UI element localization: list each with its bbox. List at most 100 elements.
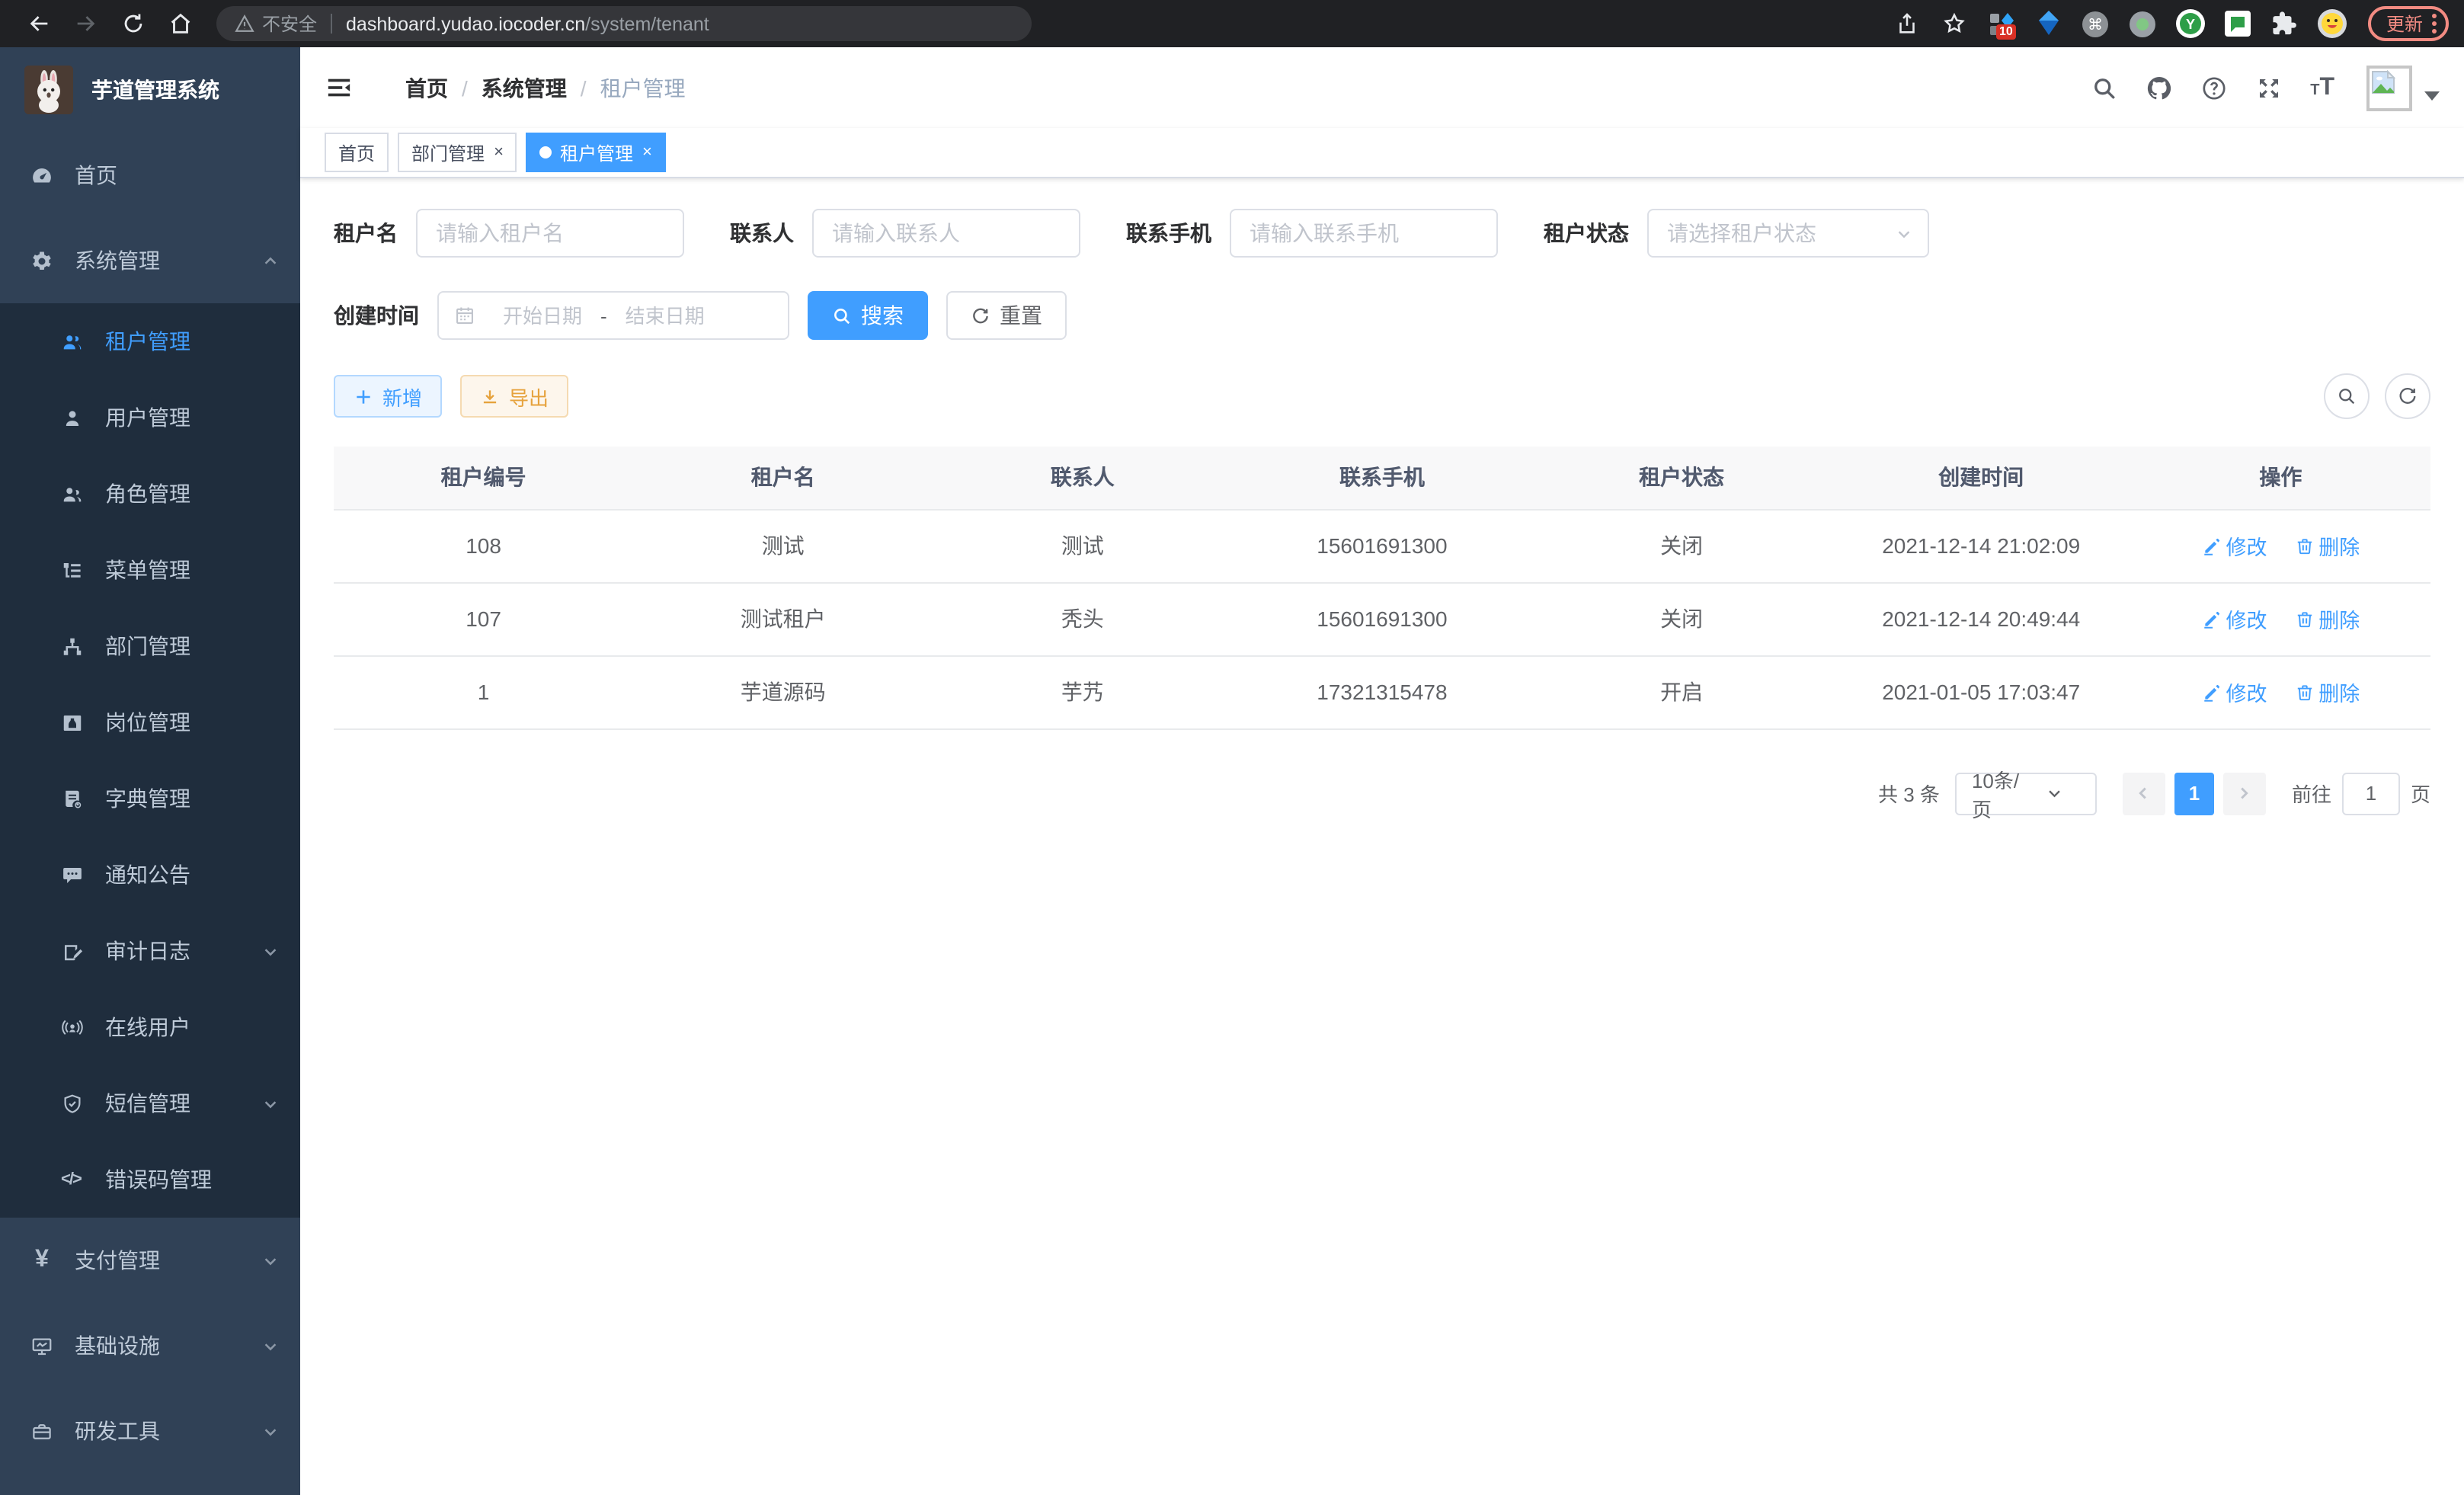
avatar-caret-icon[interactable] — [2424, 91, 2440, 100]
col-tenant-name: 租户名 — [633, 447, 933, 509]
search-button[interactable]: 搜索 — [808, 291, 928, 340]
top-navbar: 首页 / 系统管理 / 租户管理 TT — [300, 47, 2464, 128]
collapse-sidebar-icon[interactable] — [325, 75, 354, 101]
docs-help-icon[interactable] — [2200, 74, 2228, 101]
prev-page-button[interactable] — [2123, 772, 2165, 815]
sidebar-item-sms[interactable]: 短信管理 — [0, 1065, 300, 1141]
delete-link[interactable]: 删除 — [2294, 603, 2360, 634]
sidebar-item-home[interactable]: 首页 — [0, 133, 300, 218]
browser-update-button[interactable]: 更新 — [2368, 6, 2449, 41]
extension-emoji-icon[interactable] — [2318, 9, 2347, 38]
export-button[interactable]: 导出 — [460, 375, 568, 418]
tab-tenant[interactable]: 租户管理 × — [526, 133, 666, 172]
filter-row-1: 租户名 联系人 联系手机 租户状态 请选择租户状态 — [334, 209, 2430, 258]
sidebar-item-tenant[interactable]: 租户管理 — [0, 303, 300, 379]
extension-puzzle-icon[interactable] — [2270, 9, 2299, 38]
start-date-input[interactable] — [488, 304, 597, 327]
edit-link[interactable]: 修改 — [2201, 530, 2267, 561]
tenant-name-input[interactable] — [416, 209, 684, 258]
pay-icon: ¥ — [30, 1247, 53, 1274]
forward-icon[interactable] — [73, 11, 99, 37]
browser-menu-icon[interactable] — [2432, 14, 2437, 34]
tab-dept[interactable]: 部门管理 × — [398, 133, 517, 172]
sms-shield-icon — [61, 1092, 84, 1115]
phone-input[interactable] — [1230, 209, 1498, 258]
chevron-down-icon — [2027, 785, 2083, 802]
back-icon[interactable] — [26, 11, 52, 37]
extension-dot-icon[interactable] — [2129, 9, 2158, 38]
sidebar-item-label: 研发工具 — [75, 1416, 160, 1446]
refresh-table-icon[interactable] — [2385, 373, 2430, 419]
sidebar-item-online[interactable]: 在线用户 — [0, 989, 300, 1065]
sidebar-item-notice[interactable]: 通知公告 — [0, 837, 300, 913]
sidebar-item-infra[interactable]: 基础设施 — [0, 1303, 300, 1388]
sidebar-item-pay[interactable]: ¥ 支付管理 — [0, 1218, 300, 1303]
phone-label: 联系手机 — [1126, 218, 1211, 248]
org-icon — [61, 635, 84, 658]
contact-input[interactable] — [812, 209, 1080, 258]
logo[interactable]: 芋道管理系统 — [0, 47, 300, 133]
extension-y-icon[interactable]: Y — [2176, 9, 2205, 38]
extension-command-icon[interactable]: ⌘ — [2082, 9, 2110, 38]
github-icon[interactable] — [2146, 74, 2173, 101]
tab-home[interactable]: 首页 — [325, 133, 389, 172]
col-actions: 操作 — [2131, 447, 2430, 509]
contact-label: 联系人 — [730, 218, 794, 248]
close-tab-icon[interactable]: × — [642, 144, 652, 161]
toggle-search-icon[interactable] — [2324, 373, 2370, 419]
status-select[interactable]: 请选择租户状态 — [1647, 209, 1929, 258]
dashboard-icon — [30, 164, 53, 187]
table-header-row: 租户编号 租户名 联系人 联系手机 租户状态 创建时间 操作 — [334, 447, 2430, 509]
delete-link[interactable]: 删除 — [2294, 677, 2360, 707]
sidebar-item-role[interactable]: 角色管理 — [0, 456, 300, 532]
delete-link[interactable]: 删除 — [2294, 530, 2360, 561]
font-size-icon[interactable]: TT — [2310, 77, 2334, 98]
sidebar-item-audit[interactable]: 审计日志 — [0, 913, 300, 989]
date-range-picker[interactable]: - — [437, 291, 789, 340]
goto-page-input[interactable] — [2342, 772, 2400, 815]
sidebar-item-post[interactable]: 岗位管理 — [0, 684, 300, 760]
extension-chat-icon[interactable] — [2223, 9, 2252, 38]
edit-link[interactable]: 修改 — [2201, 677, 2267, 707]
url-text[interactable]: dashboard.yudao.iocoder.cn/system/tenant — [346, 13, 709, 34]
audit-log-icon — [61, 940, 84, 962]
end-date-input[interactable] — [610, 304, 720, 327]
extension-grid-icon[interactable]: 10 — [1987, 9, 2016, 38]
breadcrumb-home[interactable]: 首页 — [405, 72, 448, 103]
sidebar-item-user[interactable]: 用户管理 — [0, 379, 300, 456]
home-icon[interactable] — [168, 11, 194, 37]
close-tab-icon[interactable]: × — [494, 144, 504, 161]
sidebar: 芋道管理系统 首页 系统管理 租户管理 用户管理 — [0, 47, 300, 1495]
sidebar-item-system[interactable]: 系统管理 — [0, 218, 300, 303]
page-size-select[interactable]: 10条/页 — [1955, 772, 2097, 815]
edit-link[interactable]: 修改 — [2201, 603, 2267, 634]
add-button[interactable]: 新增 — [334, 375, 442, 418]
sidebar-item-label: 首页 — [75, 160, 117, 190]
breadcrumb-system[interactable]: 系统管理 — [482, 72, 567, 103]
extension-kite-icon[interactable] — [2034, 9, 2063, 38]
header-search-icon[interactable] — [2091, 74, 2118, 101]
user-icon — [61, 406, 84, 429]
svg-text:Y: Y — [2186, 17, 2195, 32]
tenant-name-label: 租户名 — [334, 218, 398, 248]
edit-icon — [2201, 682, 2221, 702]
sidebar-item-devtools[interactable]: 研发工具 — [0, 1388, 300, 1474]
reset-button[interactable]: 重置 — [946, 291, 1067, 340]
page-number-current[interactable]: 1 — [2174, 772, 2214, 815]
sidebar-item-dict[interactable]: 字典管理 — [0, 760, 300, 837]
sidebar-item-menu[interactable]: 菜单管理 — [0, 532, 300, 608]
bookmark-star-icon[interactable] — [1941, 11, 1967, 37]
sidebar-item-dept[interactable]: 部门管理 — [0, 608, 300, 684]
reload-icon[interactable] — [120, 11, 146, 37]
share-icon[interactable] — [1894, 11, 1920, 37]
app-title: 芋道管理系统 — [91, 75, 219, 105]
next-page-button[interactable] — [2223, 772, 2266, 815]
fullscreen-icon[interactable] — [2255, 74, 2283, 101]
status-value: 开启 — [1532, 655, 1832, 728]
security-label[interactable]: 不安全 — [262, 11, 317, 37]
chevron-up-icon — [262, 252, 279, 269]
avatar[interactable] — [2366, 65, 2412, 110]
logo-avatar — [24, 66, 73, 114]
address-bar[interactable]: 不安全 dashboard.yudao.iocoder.cn/system/te… — [216, 6, 1032, 41]
sidebar-item-errorcode[interactable]: </> 错误码管理 — [0, 1141, 300, 1218]
